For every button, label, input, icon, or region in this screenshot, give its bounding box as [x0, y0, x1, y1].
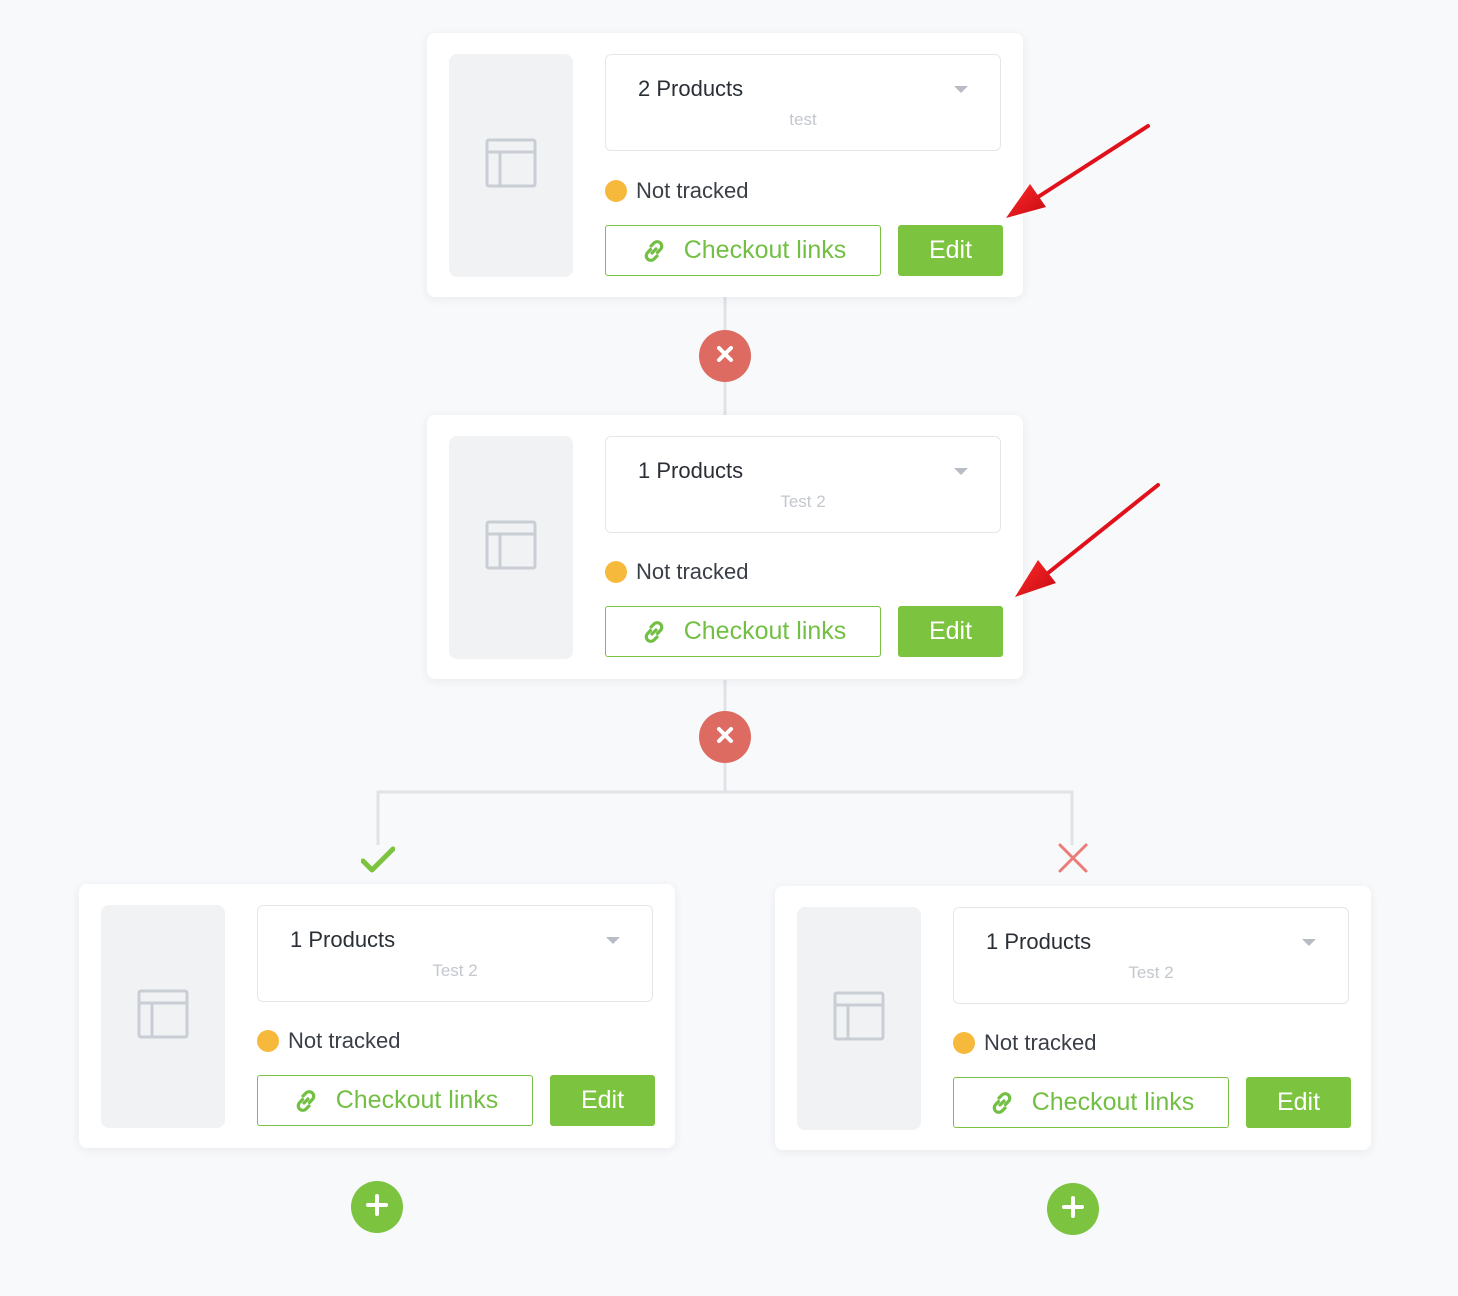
edit-button[interactable]: Edit	[898, 606, 1003, 657]
plus-icon	[366, 1193, 388, 1221]
products-dropdown[interactable]: 1 Products Test 2	[257, 905, 653, 1002]
checkout-links-label: Checkout links	[683, 617, 847, 645]
checkout-links-label: Checkout links	[1031, 1088, 1195, 1116]
checkout-links-label: Checkout links	[683, 236, 847, 264]
edit-button[interactable]: Edit	[1246, 1077, 1351, 1128]
red-arrow-icon	[1006, 124, 1150, 218]
products-dropdown[interactable]: 2 Products test	[605, 54, 1001, 151]
tracking-status: Not tracked	[953, 1030, 1097, 1056]
products-dropdown[interactable]: 1 Products Test 2	[953, 907, 1349, 1004]
chevron-down-icon	[954, 468, 968, 475]
chevron-down-icon	[1302, 939, 1316, 946]
edit-button[interactable]: Edit	[550, 1075, 655, 1126]
page-layout-icon	[137, 988, 189, 1045]
status-text: Not tracked	[636, 559, 749, 584]
close-icon	[715, 725, 735, 750]
checkout-links-button[interactable]: Checkout links	[605, 225, 881, 276]
chevron-down-icon	[606, 937, 620, 944]
status-text: Not tracked	[288, 1028, 401, 1053]
funnel-step-card: 1 Products Test 2 Not tracked Checkout l…	[775, 886, 1371, 1150]
add-step-button[interactable]	[351, 1181, 403, 1233]
status-text: Not tracked	[984, 1030, 1097, 1055]
status-dot-icon	[605, 561, 627, 583]
link-icon	[292, 1087, 320, 1115]
checkout-links-button[interactable]: Checkout links	[953, 1077, 1229, 1128]
link-icon	[988, 1089, 1016, 1117]
status-dot-icon	[605, 180, 627, 202]
product-count: 1 Products	[290, 927, 396, 952]
funnel-canvas: 2 Products test Not tracked Checkout lin…	[0, 0, 1458, 1296]
page-layout-icon	[485, 137, 537, 194]
link-icon	[640, 618, 668, 646]
remove-step-button[interactable]	[699, 330, 751, 382]
page-layout-icon	[485, 519, 537, 576]
edit-label: Edit	[1276, 1088, 1321, 1116]
tracking-status: Not tracked	[257, 1028, 401, 1054]
edit-label: Edit	[580, 1086, 625, 1114]
products-dropdown[interactable]: 1 Products Test 2	[605, 436, 1001, 533]
red-arrow-icon	[1015, 483, 1160, 597]
tracking-status: Not tracked	[605, 178, 749, 204]
product-name: Test 2	[1128, 963, 1174, 982]
yes-branch-check-icon	[361, 843, 395, 877]
page-layout-icon	[833, 990, 885, 1047]
checkout-links-button[interactable]: Checkout links	[257, 1075, 533, 1126]
product-name: test	[789, 110, 817, 129]
remove-step-button[interactable]	[699, 711, 751, 763]
funnel-step-card: 2 Products test Not tracked Checkout lin…	[427, 33, 1023, 297]
close-icon	[715, 344, 735, 369]
status-dot-icon	[257, 1030, 279, 1052]
link-icon	[640, 237, 668, 265]
tracking-status: Not tracked	[605, 559, 749, 585]
product-name: Test 2	[780, 492, 826, 511]
chevron-down-icon	[954, 86, 968, 93]
product-count: 1 Products	[638, 458, 744, 483]
funnel-step-card: 1 Products Test 2 Not tracked Checkout l…	[79, 884, 675, 1148]
edit-label: Edit	[928, 617, 973, 645]
page-thumbnail[interactable]	[449, 54, 573, 277]
product-count: 1 Products	[986, 929, 1092, 954]
edit-button[interactable]: Edit	[898, 225, 1003, 276]
no-branch-cross-icon	[1056, 841, 1090, 875]
funnel-step-card: 1 Products Test 2 Not tracked Checkout l…	[427, 415, 1023, 679]
page-thumbnail[interactable]	[449, 436, 573, 659]
status-dot-icon	[953, 1032, 975, 1054]
page-thumbnail[interactable]	[101, 905, 225, 1128]
page-thumbnail[interactable]	[797, 907, 921, 1130]
plus-icon	[1062, 1195, 1084, 1223]
product-count: 2 Products	[638, 76, 744, 101]
edit-label: Edit	[928, 236, 973, 264]
checkout-links-button[interactable]: Checkout links	[605, 606, 881, 657]
checkout-links-label: Checkout links	[335, 1086, 499, 1114]
product-name: Test 2	[432, 961, 478, 980]
status-text: Not tracked	[636, 178, 749, 203]
add-step-button[interactable]	[1047, 1183, 1099, 1235]
